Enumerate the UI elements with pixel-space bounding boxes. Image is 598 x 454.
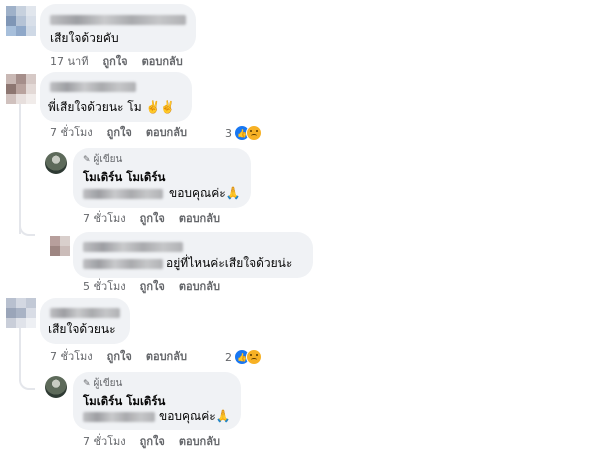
thread-connector: [19, 220, 35, 236]
like-button[interactable]: ถูกใจ: [140, 212, 165, 225]
author-name[interactable]: โมเดิร์น โมเดิร์น: [83, 394, 165, 408]
like-button[interactable]: ถูกใจ: [107, 350, 132, 363]
avatar[interactable]: [6, 298, 36, 328]
reply-button[interactable]: ตอบกลับ: [146, 350, 187, 363]
comment-time[interactable]: 7 ชั่วโมง: [83, 212, 126, 225]
comment-bubble: พี่เสียใจด้วยนะ โม ✌️✌️: [40, 72, 192, 122]
author-badge: ✎ ผู้เขียน: [83, 154, 123, 165]
reply-text: ขอบคุณค่ะ🙏: [159, 409, 231, 423]
like-button[interactable]: ถูกใจ: [102, 55, 127, 68]
reply-button[interactable]: ตอบกลับ: [179, 212, 220, 225]
avatar[interactable]: [6, 6, 36, 36]
reply-button[interactable]: ตอบกลับ: [179, 435, 220, 448]
reaction-summary[interactable]: 3 👍: [225, 125, 262, 141]
comment-text: เสียใจด้วยคับ: [50, 31, 119, 45]
mention-blurred[interactable]: [83, 259, 163, 269]
reply-button[interactable]: ตอบกลับ: [142, 55, 183, 68]
comment-meta: 17 นาที ถูกใจ ตอบกลับ: [50, 55, 197, 69]
reply-meta: 7 ชั่วโมง ถูกใจ ตอบกลับ: [83, 435, 234, 449]
comment-bubble: เสียใจด้วยคับ: [40, 4, 196, 52]
reply-bubble: อยู่ที่ไหนค่ะเสียใจด้วยน่ะ: [73, 232, 313, 278]
reaction-count: 2: [225, 350, 232, 364]
reply-text: ขอบคุณค่ะ🙏: [169, 186, 241, 200]
avatar[interactable]: [6, 74, 36, 104]
reaction-summary[interactable]: 2 👍: [225, 349, 262, 365]
comment-time[interactable]: 17 นาที: [50, 55, 88, 68]
comment-time[interactable]: 5 ชั่วโมง: [83, 280, 126, 293]
commenter-name-blurred[interactable]: [50, 82, 136, 92]
author-badge: ✎ ผู้เขียน: [83, 378, 123, 389]
comment-bubble: เสียใจด้วยนะ: [40, 298, 130, 344]
comment-time[interactable]: 7 ชั่วโมง: [50, 350, 93, 363]
sad-reaction-icon: [246, 349, 262, 365]
pencil-icon: ✎: [83, 379, 91, 389]
commenter-name-blurred[interactable]: [50, 308, 120, 318]
author-avatar[interactable]: [45, 152, 67, 174]
like-button[interactable]: ถูกใจ: [140, 280, 165, 293]
commenter-name-blurred[interactable]: [50, 15, 186, 25]
avatar[interactable]: [50, 236, 70, 256]
like-button[interactable]: ถูกใจ: [140, 435, 165, 448]
thread-line: [19, 326, 21, 376]
author-name[interactable]: โมเดิร์น โมเดิร์น: [83, 170, 165, 184]
reply-button[interactable]: ตอบกลับ: [146, 126, 187, 139]
mention-blurred[interactable]: [83, 189, 163, 199]
reply-bubble: ✎ ผู้เขียน โมเดิร์น โมเดิร์น ขอบคุณค่ะ🙏: [73, 372, 241, 430]
comment-time[interactable]: 7 ชั่วโมง: [50, 126, 93, 139]
thread-connector: [19, 374, 35, 390]
sad-reaction-icon: [246, 125, 262, 141]
thread-line: [19, 104, 21, 234]
like-button[interactable]: ถูกใจ: [107, 126, 132, 139]
comment-meta: 7 ชั่วโมง ถูกใจ ตอบกลับ: [50, 350, 201, 364]
author-avatar[interactable]: [45, 376, 67, 398]
reply-meta: 5 ชั่วโมง ถูกใจ ตอบกลับ: [83, 280, 234, 294]
mention-blurred[interactable]: [83, 412, 155, 422]
comment-time[interactable]: 7 ชั่วโมง: [83, 435, 126, 448]
reply-meta: 7 ชั่วโมง ถูกใจ ตอบกลับ: [83, 212, 234, 226]
reply-button[interactable]: ตอบกลับ: [179, 280, 220, 293]
comment-text: พี่เสียใจด้วยนะ โม ✌️✌️: [48, 100, 176, 114]
pencil-icon: ✎: [83, 155, 91, 165]
reply-text: อยู่ที่ไหนค่ะเสียใจด้วยน่ะ: [166, 256, 293, 270]
reply-bubble: ✎ ผู้เขียน โมเดิร์น โมเดิร์น ขอบคุณค่ะ🙏: [73, 148, 251, 208]
comment-text: เสียใจด้วยนะ: [48, 322, 116, 336]
reaction-count: 3: [225, 126, 232, 140]
comment-meta: 7 ชั่วโมง ถูกใจ ตอบกลับ: [50, 126, 201, 140]
commenter-name-blurred[interactable]: [83, 242, 183, 252]
